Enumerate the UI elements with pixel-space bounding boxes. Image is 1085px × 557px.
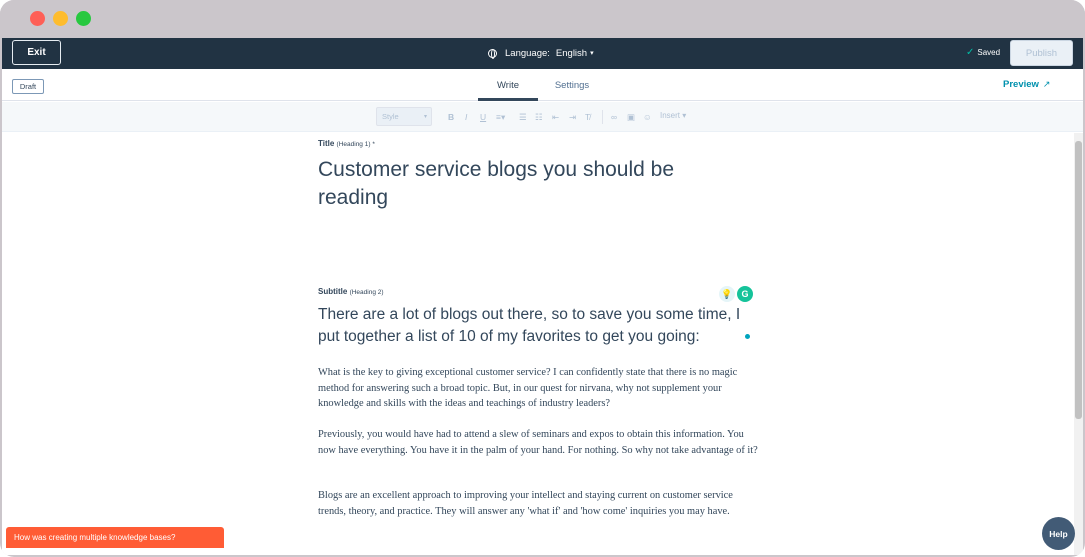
title-field-label: Title (Heading 1) *	[318, 139, 375, 148]
body-paragraph[interactable]: Blogs are an excellent approach to impro…	[318, 488, 760, 519]
subtitle-hint: (Heading 2)	[349, 289, 384, 296]
image-icon[interactable]: ▣	[627, 111, 635, 123]
align-icon[interactable]: ≡▾	[496, 111, 505, 123]
editor-canvas: Title (Heading 1) * Customer service blo…	[2, 133, 1083, 555]
body-paragraph[interactable]: What is the key to giving exceptional cu…	[318, 365, 760, 412]
indent-decrease-icon[interactable]: ⇤	[552, 111, 559, 123]
external-link-icon: ↗	[1042, 79, 1051, 89]
globe-icon	[488, 48, 497, 59]
publish-button[interactable]: Publish	[1010, 40, 1073, 66]
italic-icon[interactable]: I	[465, 111, 467, 123]
tab-write[interactable]: Write	[478, 69, 538, 101]
clear-format-icon[interactable]: T̸	[585, 111, 590, 123]
assistant-badges: 💡 G	[719, 286, 753, 302]
feedback-prompt-button[interactable]: How was creating multiple knowledge base…	[6, 527, 224, 548]
language-selector[interactable]: Language: English ▾	[488, 45, 594, 61]
language-label: Language:	[505, 47, 550, 59]
minimize-window-icon[interactable]	[53, 11, 68, 26]
formatting-toolbar: Style ▾ B I U ≡▾ ☰ ☷ ⇤ ⇥ T̸ ∞ ▣ ☺ Insert…	[2, 102, 1083, 132]
chevron-down-icon: ▾	[590, 50, 594, 57]
emoji-icon[interactable]: ☺	[643, 111, 652, 123]
language-value: English	[555, 47, 588, 59]
tab-bar: Draft Write Settings Preview ↗	[2, 69, 1083, 101]
subtitle-field-label: Subtitle (Heading 2)	[318, 287, 384, 296]
draft-badge: Draft	[12, 79, 44, 94]
numbered-list-icon[interactable]: ☷	[535, 111, 543, 123]
title-hint: (Heading 1) *	[336, 141, 375, 148]
blog-editor-app: Exit Language: English ▾ ✓ Saved Publish…	[2, 38, 1083, 555]
help-button[interactable]: Help	[1042, 517, 1075, 550]
grammarly-icon[interactable]: G	[737, 286, 753, 302]
scrollbar-thumb[interactable]	[1075, 141, 1082, 419]
subtitle-label: Subtitle	[318, 287, 348, 296]
window-titlebar	[0, 0, 1085, 38]
style-dropdown-label: Style	[382, 112, 399, 121]
saved-label: Saved	[977, 48, 1001, 57]
body-paragraph[interactable]: Previously, you would have had to attend…	[318, 427, 760, 458]
insert-dropdown[interactable]: Insert ▾	[660, 111, 686, 120]
exit-button[interactable]: Exit	[12, 40, 61, 65]
indent-increase-icon[interactable]: ⇥	[569, 111, 576, 123]
bulleted-list-icon[interactable]: ☰	[519, 111, 527, 123]
link-icon[interactable]: ∞	[611, 111, 617, 123]
preview-link[interactable]: Preview ↗	[1003, 79, 1050, 90]
toolbar-divider	[602, 110, 603, 124]
lightbulb-icon[interactable]: 💡	[719, 286, 735, 302]
top-bar: Exit Language: English ▾ ✓ Saved Publish	[2, 38, 1083, 69]
chevron-down-icon: ▾	[423, 114, 427, 120]
insert-label: Insert	[660, 111, 681, 120]
check-icon: ✓	[966, 47, 975, 58]
underline-icon[interactable]: U	[480, 111, 486, 123]
maximize-window-icon[interactable]	[76, 11, 91, 26]
tab-settings[interactable]: Settings	[548, 69, 596, 101]
bold-icon[interactable]: B	[448, 111, 454, 123]
browser-frame: Exit Language: English ▾ ✓ Saved Publish…	[0, 0, 1085, 557]
close-window-icon[interactable]	[30, 11, 45, 26]
subtitle-value: There are a lot of blogs out there, so t…	[318, 306, 741, 345]
preview-label: Preview	[1003, 79, 1039, 90]
saved-status: ✓ Saved	[966, 47, 1000, 58]
editor-scrollbar[interactable]	[1074, 133, 1083, 555]
title-label: Title	[318, 139, 335, 148]
grammarly-status-dot	[745, 334, 750, 339]
subtitle-input[interactable]: There are a lot of blogs out there, so t…	[318, 304, 758, 348]
title-input[interactable]: Customer service blogs you should be rea…	[318, 156, 718, 212]
style-dropdown[interactable]: Style ▾	[376, 107, 432, 126]
